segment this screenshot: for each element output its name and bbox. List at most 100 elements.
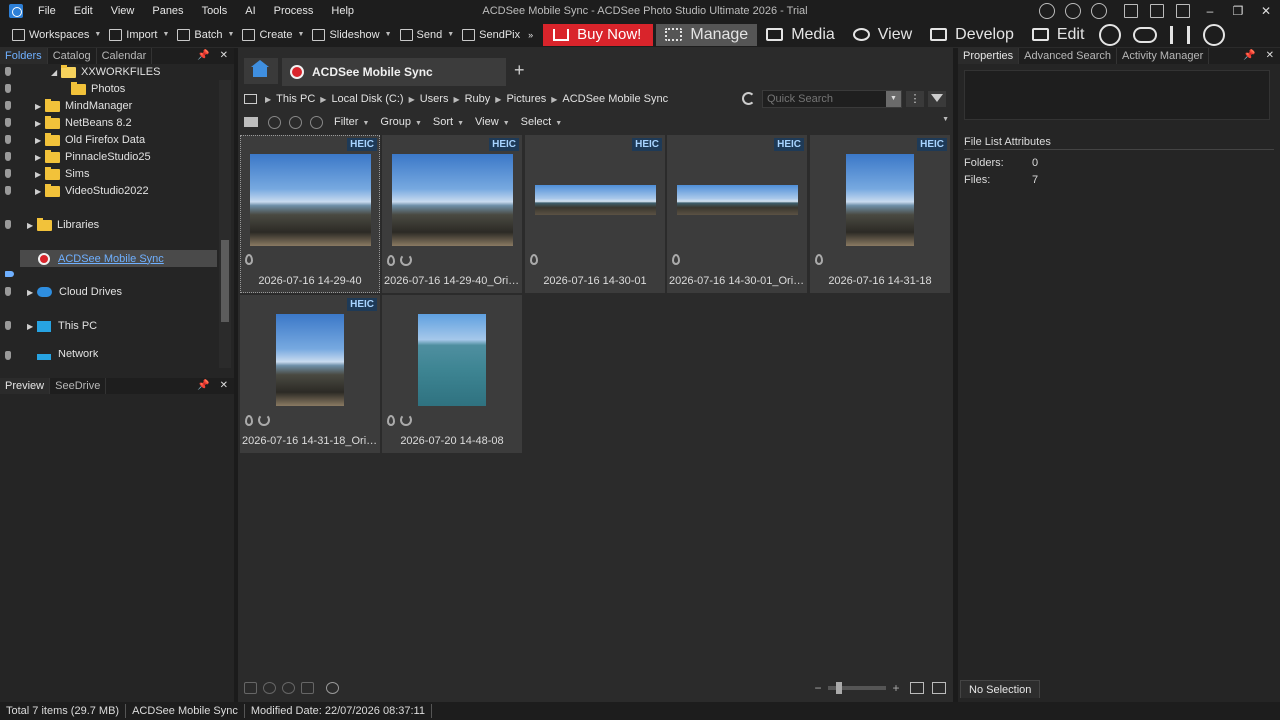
sendpix-button[interactable]: SendPix <box>458 22 524 47</box>
zoom-slider[interactable] <box>828 682 886 694</box>
tree-item-netbeans[interactable]: ▶ NetBeans 8.2 <box>0 115 132 131</box>
select-menu[interactable]: Select ▼ <box>514 116 567 128</box>
geotag-icon[interactable] <box>387 414 395 426</box>
thumbnail-grid[interactable]: HEIC 2026-07-16 14-29-40 HEIC 2026-07-16… <box>240 135 952 675</box>
filter-menu[interactable]: Filter ▼ <box>327 116 373 128</box>
new-tab-button[interactable]: + <box>514 60 525 81</box>
search-dropdown-button[interactable]: ▼ <box>886 91 901 107</box>
menu-view[interactable]: View <box>102 0 144 22</box>
mode-edit-button[interactable]: Edit <box>1023 24 1094 46</box>
sort-menu[interactable]: Sort ▼ <box>426 116 468 128</box>
thumbnail-image[interactable] <box>418 314 486 406</box>
restore-button[interactable]: ❐ <box>1224 0 1252 22</box>
tree-item-photos[interactable]: Photos <box>0 81 125 97</box>
geotag-icon[interactable] <box>245 254 253 265</box>
up-icon[interactable] <box>310 115 323 129</box>
app-icon[interactable] <box>9 4 23 18</box>
pin-icon[interactable] <box>5 135 11 144</box>
close-icon[interactable]: ✕ <box>220 378 228 394</box>
batch-button[interactable]: Batch ▼ <box>173 22 238 47</box>
rotate-left-icon[interactable] <box>263 682 276 694</box>
cloud-365-icon[interactable] <box>1133 26 1158 43</box>
tab-seedrive[interactable]: SeeDrive <box>50 378 107 394</box>
tab-catalog[interactable]: Catalog <box>48 48 97 64</box>
aperture-icon[interactable] <box>1099 23 1122 46</box>
pin-icon[interactable]: 📌 <box>197 48 209 64</box>
thumbnail-image[interactable] <box>535 185 656 215</box>
geotag-icon[interactable] <box>815 254 823 265</box>
pin-icon[interactable] <box>5 220 11 229</box>
pin-icon[interactable] <box>5 351 11 360</box>
thumbnail-item[interactable]: HEIC 2026-07-16 14-30-01_Original <box>667 135 807 293</box>
menu-panes[interactable]: Panes <box>143 0 192 22</box>
close-icon[interactable]: ✕ <box>220 48 228 64</box>
zoom-out-icon[interactable]: − <box>812 681 824 695</box>
tree-item-libraries[interactable]: ▶ Libraries <box>0 217 99 233</box>
create-button[interactable]: Create ▼ <box>238 22 308 47</box>
tree-item-old-firefox-data[interactable]: ▶ Old Firefox Data <box>0 132 145 148</box>
forward-icon[interactable] <box>289 115 302 129</box>
thumbnail-image[interactable] <box>250 154 371 246</box>
tab-acdsee-mobile-sync[interactable]: ACDSee Mobile Sync <box>282 58 506 86</box>
notification-icon[interactable] <box>1065 3 1081 19</box>
geotag-icon[interactable] <box>672 254 680 265</box>
slideshow-button[interactable]: Slideshow ▼ <box>308 22 395 47</box>
collapsed-arrow-icon[interactable]: ▶ <box>35 153 45 162</box>
rotate-right-icon[interactable] <box>282 682 295 694</box>
batch-rename-icon[interactable] <box>244 682 257 694</box>
pin-icon[interactable] <box>5 287 11 296</box>
buy-now-button[interactable]: Buy Now! <box>543 23 654 46</box>
thumbnail-item[interactable]: HEIC 2026-07-16 14-30-01 <box>525 135 665 293</box>
expanded-arrow-icon[interactable]: ◢ <box>51 68 61 77</box>
geotag-icon[interactable] <box>245 414 253 426</box>
tab-properties[interactable]: Properties <box>958 48 1020 64</box>
collapsed-arrow-icon[interactable]: ▶ <box>27 322 37 331</box>
collapsed-arrow-icon[interactable]: ▶ <box>27 288 37 297</box>
workspaces-button[interactable]: Workspaces ▼ <box>0 22 105 47</box>
help-icon[interactable] <box>1091 3 1107 19</box>
layout-bottom-icon[interactable] <box>1150 4 1164 18</box>
pin-icon[interactable] <box>5 271 14 277</box>
scrollbar-thumb[interactable] <box>221 240 229 322</box>
breadcrumb-acdsee-mobile-sync[interactable]: ACDSee Mobile Sync <box>557 93 673 105</box>
toolbar-overflow-button[interactable]: » <box>524 22 537 47</box>
tree-item-mindmanager[interactable]: ▶ MindManager <box>0 98 132 114</box>
mode-media-button[interactable]: Media <box>757 24 844 46</box>
geotag-icon[interactable] <box>387 254 395 266</box>
tab-no-selection[interactable]: No Selection <box>960 680 1041 698</box>
close-icon[interactable]: ✕ <box>1266 48 1274 64</box>
collapsed-arrow-icon[interactable]: ▶ <box>35 170 45 179</box>
compare-icon[interactable] <box>301 682 314 694</box>
pin-icon[interactable] <box>5 186 11 195</box>
thumbnail-image[interactable] <box>677 185 798 215</box>
view-menu[interactable]: View ▼ <box>468 116 514 128</box>
thumbnail-image[interactable] <box>392 154 513 246</box>
close-button[interactable]: ✕ <box>1252 0 1280 22</box>
pin-icon[interactable] <box>5 321 11 330</box>
collapsed-arrow-icon[interactable]: ▶ <box>27 221 37 230</box>
tree-item-videostudio2022[interactable]: ▶ VideoStudio2022 <box>0 183 149 199</box>
eye-sync-icon[interactable] <box>1203 23 1226 46</box>
pin-icon[interactable] <box>5 101 11 110</box>
collapsed-arrow-icon[interactable]: ▶ <box>35 119 45 128</box>
thumbnail-image[interactable] <box>846 154 914 246</box>
breadcrumb-users[interactable]: Users <box>415 93 454 105</box>
thumbnail-item[interactable]: HEIC 2026-07-16 14-29-40_Original <box>382 135 522 293</box>
menu-help[interactable]: Help <box>322 0 363 22</box>
folder-icon[interactable] <box>244 117 258 127</box>
thumbnail-item[interactable]: HEIC 2026-07-16 14-29-40 <box>240 135 380 293</box>
folder-tree[interactable]: ◢ XXWORKFILES Photos ▶ MindManager ▶ Net… <box>0 64 234 374</box>
menu-ai[interactable]: AI <box>236 0 264 22</box>
sync-icon[interactable] <box>258 414 270 426</box>
menu-process[interactable]: Process <box>265 0 323 22</box>
tree-item-xxworkfiles[interactable]: ◢ XXWORKFILES <box>0 64 160 80</box>
mode-manage-button[interactable]: Manage <box>656 23 758 46</box>
send-button[interactable]: Send ▼ <box>396 22 459 47</box>
pin-icon[interactable] <box>5 118 11 127</box>
breadcrumb-ruby[interactable]: Ruby <box>460 93 496 105</box>
import-button[interactable]: Import ▼ <box>105 22 173 47</box>
home-tab[interactable] <box>244 58 278 84</box>
back-icon[interactable] <box>268 115 281 129</box>
breadcrumb-local-disk[interactable]: Local Disk (C:) <box>326 93 408 105</box>
globe-icon[interactable] <box>1039 3 1055 19</box>
